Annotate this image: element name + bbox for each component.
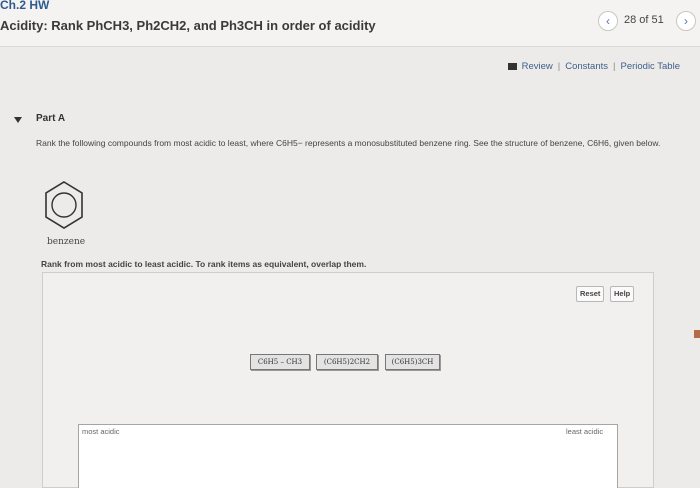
chevron-right-icon: ›	[684, 14, 688, 28]
question-text: Rank the following compounds from most a…	[36, 138, 661, 148]
next-button[interactable]: ›	[676, 11, 696, 31]
least-acidic-label: least acidic	[566, 427, 604, 436]
chevron-left-icon: ‹	[606, 14, 610, 28]
prev-button[interactable]: ‹	[598, 11, 618, 31]
separator: |	[557, 61, 561, 72]
instruction-text: Rank from most acidic to least acidic. T…	[41, 259, 367, 269]
tile-toluene[interactable]: C6H5 – CH3	[250, 354, 310, 370]
edge-marker	[694, 330, 700, 338]
question-counter: 28 of 51	[624, 14, 664, 26]
course-label: Ch.2 HW	[0, 0, 50, 12]
part-label[interactable]: Part A	[36, 113, 65, 124]
periodic-table-link[interactable]: Periodic Table	[620, 61, 680, 72]
ranking-drop-area[interactable]	[78, 424, 618, 488]
review-link[interactable]: Review	[522, 61, 553, 72]
page-title: Acidity: Rank PhCH3, Ph2CH2, and Ph3CH i…	[0, 18, 376, 33]
constants-link[interactable]: Constants	[565, 61, 608, 72]
benzene-structure	[45, 181, 83, 229]
most-acidic-label: most acidic	[82, 427, 120, 436]
benzene-label: benzene	[47, 237, 86, 247]
separator: |	[613, 61, 616, 72]
collapse-caret-icon[interactable]	[14, 117, 22, 123]
book-icon	[507, 62, 517, 70]
tile-triphenylmethane[interactable]: (C6H5)3CH	[385, 354, 440, 370]
tile-diphenylmethane[interactable]: (C6H5)2CH2	[316, 354, 378, 370]
reset-button[interactable]: Reset	[576, 286, 605, 302]
help-button[interactable]: Help	[610, 286, 635, 302]
top-bar: Ch.2 HW Acidity: Rank PhCH3, Ph2CH2, and…	[0, 0, 700, 47]
resource-links: Review | Constants | Periodic Table	[507, 61, 680, 72]
